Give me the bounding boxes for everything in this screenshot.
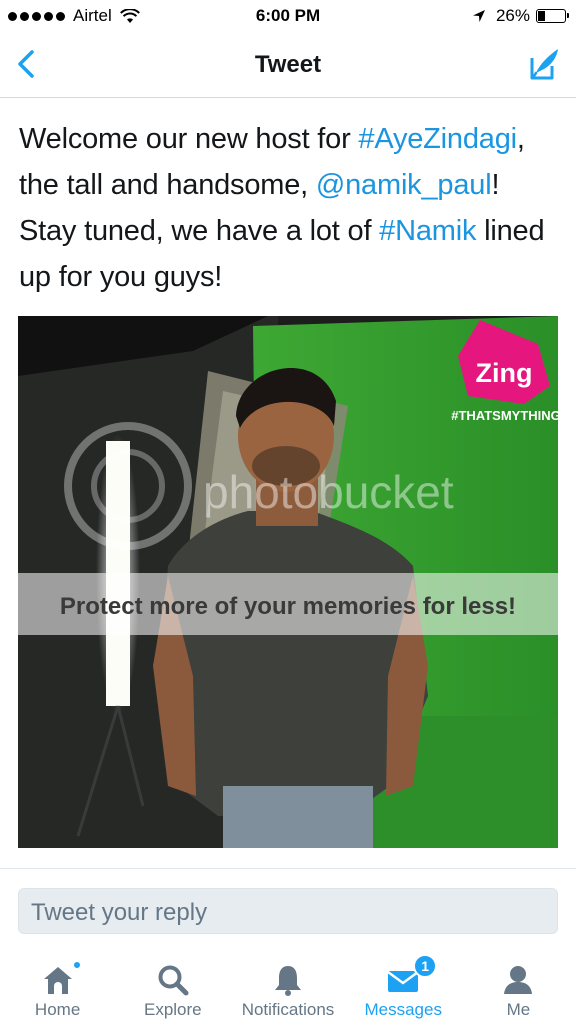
tweet-text-segment: Welcome our new host for: [19, 123, 359, 155]
zing-tagline: #THATSMYTHING: [451, 408, 558, 423]
tab-messages[interactable]: 1 Messages: [346, 950, 461, 1024]
location-arrow-icon: [472, 10, 485, 22]
hashtag-link[interactable]: #AyeZindagi: [358, 123, 517, 155]
photo-scene: Zing #THATSMYTHING photobucket Protect m…: [18, 316, 558, 848]
tweet-text: Welcome our new host for #AyeZindagi, th…: [19, 116, 564, 300]
battery-percent: 26%: [495, 6, 530, 25]
divider: [0, 868, 576, 869]
battery-icon: [536, 9, 569, 23]
mention-link[interactable]: @namik_paul: [316, 169, 492, 201]
tab-home-label: Home: [34, 1000, 81, 1019]
zing-logo-text: Zing: [476, 358, 533, 388]
tab-explore-label: Explore: [143, 1000, 202, 1019]
tweet-image[interactable]: Zing #THATSMYTHING photobucket Protect m…: [18, 316, 558, 848]
reply-placeholder: Tweet your reply: [31, 899, 208, 926]
tab-explore[interactable]: Explore: [115, 950, 230, 1024]
photobucket-watermark: photobucket: [203, 466, 454, 518]
reply-input[interactable]: Tweet your reply: [18, 888, 558, 934]
person-icon: [504, 966, 533, 994]
tab-notifications[interactable]: Notifications: [230, 950, 345, 1024]
tab-me[interactable]: Me: [461, 950, 576, 1024]
tab-me-label: Me: [506, 1000, 531, 1019]
home-icon: [43, 967, 72, 994]
status-right: 26%: [472, 6, 569, 26]
messages-badge: 1: [413, 954, 438, 978]
bell-icon: [275, 966, 301, 996]
navigation-bar: Tweet: [0, 32, 576, 98]
status-bar: Airtel 6:00 PM 26%: [0, 0, 576, 32]
tab-bar: Home Explore Notifications 1 Messages Me: [0, 950, 576, 1024]
search-icon: [158, 965, 189, 996]
page-title: Tweet: [254, 51, 322, 78]
tab-messages-label: Messages: [364, 1000, 442, 1019]
tab-home[interactable]: Home: [0, 950, 115, 1024]
photobucket-banner: Protect more of your memories for less!: [60, 593, 516, 620]
tab-notifications-label: Notifications: [241, 1000, 335, 1019]
hashtag-link[interactable]: #Namik: [379, 215, 476, 247]
home-new-dot: [71, 960, 82, 970]
compose-tweet-icon[interactable]: [524, 44, 564, 84]
